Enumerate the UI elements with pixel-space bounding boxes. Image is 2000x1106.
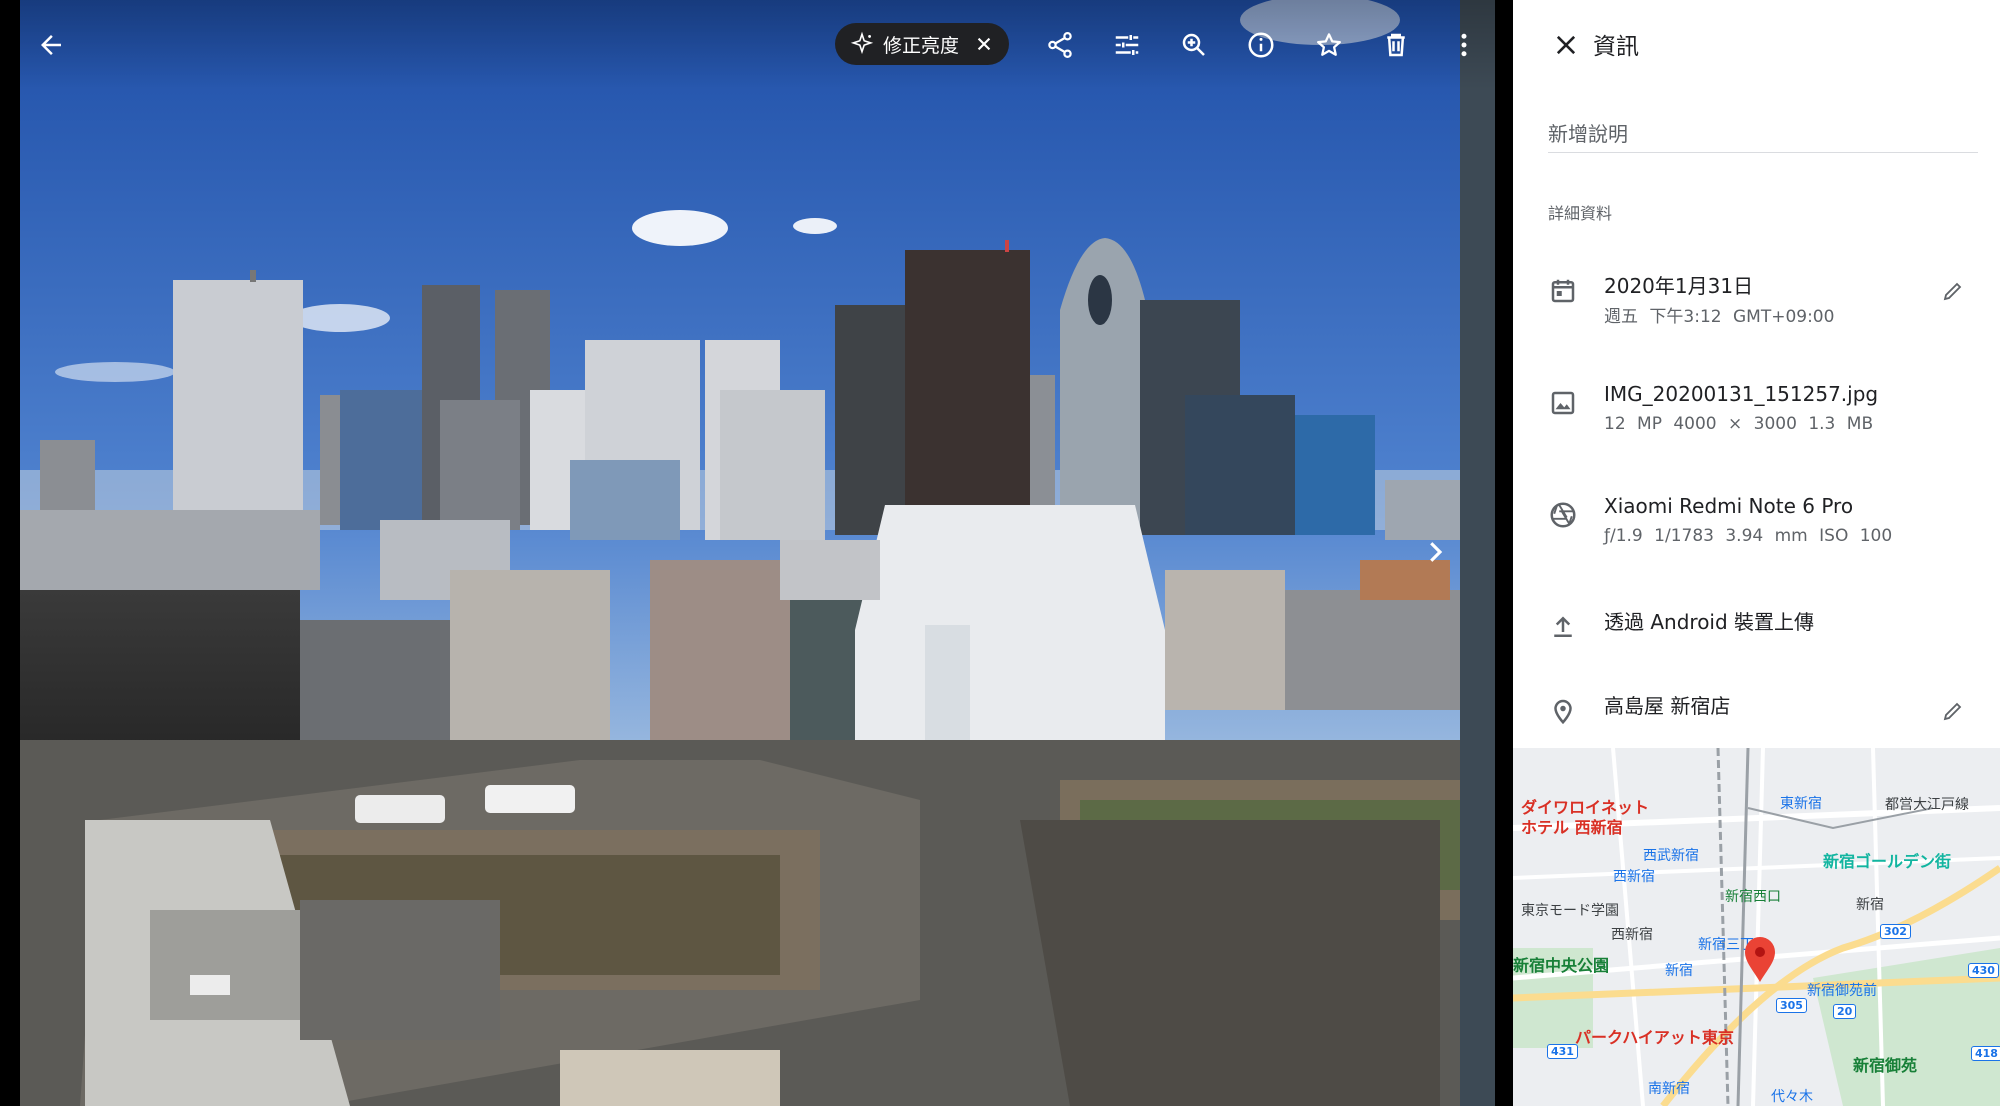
route-shield: 20 bbox=[1833, 1004, 1857, 1019]
viewer-toolbar bbox=[0, 0, 1513, 90]
map-label: 都営大江戸線 bbox=[1885, 797, 1969, 813]
details-section-label: 詳細資料 bbox=[1548, 204, 1613, 223]
map-label: 新宿ゴールデン街 bbox=[1823, 852, 1952, 871]
star-icon[interactable] bbox=[1305, 21, 1353, 69]
image-icon bbox=[1548, 388, 1578, 418]
map-pin-icon bbox=[1745, 937, 1775, 982]
enhance-chip-label: 修正亮度 bbox=[883, 34, 960, 57]
location-row: 高島屋 新宿店 bbox=[1513, 690, 2000, 730]
back-arrow-icon[interactable] bbox=[27, 21, 75, 69]
map-label: 南新宿 bbox=[1648, 1081, 1690, 1097]
route-shield: 430 bbox=[1968, 963, 1999, 978]
sparkle-icon bbox=[850, 31, 874, 55]
photo[interactable] bbox=[20, 0, 1495, 1106]
map-label: 新宿 bbox=[1856, 897, 1884, 913]
close-chip-icon[interactable] bbox=[971, 31, 997, 57]
close-icon[interactable] bbox=[1545, 24, 1587, 66]
location-pin-icon bbox=[1548, 696, 1578, 726]
delete-icon[interactable] bbox=[1372, 21, 1420, 69]
map-label: 西新宿 bbox=[1611, 927, 1653, 943]
enhance-brightness-chip[interactable]: 修正亮度 bbox=[835, 23, 1009, 65]
map-label: 新宿御苑前 bbox=[1807, 983, 1877, 999]
date-secondary: 週五 下午3:12 GMT+09:00 bbox=[1604, 307, 1835, 327]
camera-aperture-icon bbox=[1548, 500, 1578, 530]
upload-row: 透過 Android 裝置上傳 bbox=[1513, 606, 2000, 646]
next-photo-arrow-icon[interactable] bbox=[1410, 523, 1460, 581]
route-shield: 418 bbox=[1971, 1046, 2000, 1061]
map-label: 新宿西口 bbox=[1725, 889, 1781, 905]
camera-settings: ƒ/1.9 1/1783 3.94 mm ISO 100 bbox=[1604, 526, 1893, 546]
map-label: ホテル 西新宿 bbox=[1521, 818, 1623, 837]
info-icon[interactable] bbox=[1237, 21, 1285, 69]
tune-icon[interactable] bbox=[1103, 21, 1151, 69]
panel-title: 資訊 bbox=[1593, 34, 1639, 60]
map-label: 代々木 bbox=[1771, 1089, 1813, 1105]
map-label: 東新宿 bbox=[1780, 796, 1822, 812]
description-field[interactable] bbox=[1548, 115, 1978, 153]
upload-icon bbox=[1548, 612, 1578, 642]
share-icon[interactable] bbox=[1036, 21, 1084, 69]
map-label: 新宿 bbox=[1665, 963, 1693, 979]
map-label: 西武新宿 bbox=[1643, 848, 1699, 864]
more-vert-icon[interactable] bbox=[1440, 21, 1488, 69]
map-label: 新宿御苑 bbox=[1853, 1056, 1918, 1075]
route-shield: 305 bbox=[1776, 998, 1807, 1013]
zoom-in-icon[interactable] bbox=[1170, 21, 1218, 69]
info-panel-header: 資訊 bbox=[1513, 0, 2000, 90]
file-specs: 12 MP 4000 × 3000 1.3 MB bbox=[1604, 414, 1874, 434]
map-label: パークハイアット東京 bbox=[1575, 1028, 1734, 1047]
map-label: 新宿中央公園 bbox=[1513, 956, 1610, 975]
route-shield: 431 bbox=[1547, 1044, 1578, 1059]
upload-source: 透過 Android 裝置上傳 bbox=[1604, 610, 1815, 634]
edit-date-icon[interactable] bbox=[1938, 276, 1968, 306]
info-panel: 資訊 詳細資料 2020年1月31日 週五 下午3:12 GMT+09:00 I… bbox=[1513, 0, 2000, 1106]
camera-row: Xiaomi Redmi Note 6 Pro ƒ/1.9 1/1783 3.9… bbox=[1513, 494, 2000, 554]
photo-viewer: 修正亮度 bbox=[0, 0, 1513, 1106]
date-primary: 2020年1月31日 bbox=[1604, 274, 1754, 298]
file-row: IMG_20200131_151257.jpg 12 MP 4000 × 300… bbox=[1513, 382, 2000, 442]
calendar-icon bbox=[1548, 276, 1578, 306]
route-shield: 302 bbox=[1880, 924, 1911, 939]
location-name: 高島屋 新宿店 bbox=[1604, 694, 1731, 718]
file-name: IMG_20200131_151257.jpg bbox=[1604, 382, 1879, 406]
map-label: 西新宿 bbox=[1613, 869, 1655, 885]
edit-location-icon[interactable] bbox=[1938, 696, 1968, 726]
date-row: 2020年1月31日 週五 下午3:12 GMT+09:00 bbox=[1513, 270, 2000, 330]
map-label: 東京モード学園 bbox=[1521, 903, 1619, 919]
camera-model: Xiaomi Redmi Note 6 Pro bbox=[1604, 494, 1854, 518]
location-map[interactable]: ダイワロイネット ホテル 西新宿 東新宿 都営大江戸線 西武新宿 西新宿 新宿ゴ… bbox=[1513, 748, 2000, 1106]
